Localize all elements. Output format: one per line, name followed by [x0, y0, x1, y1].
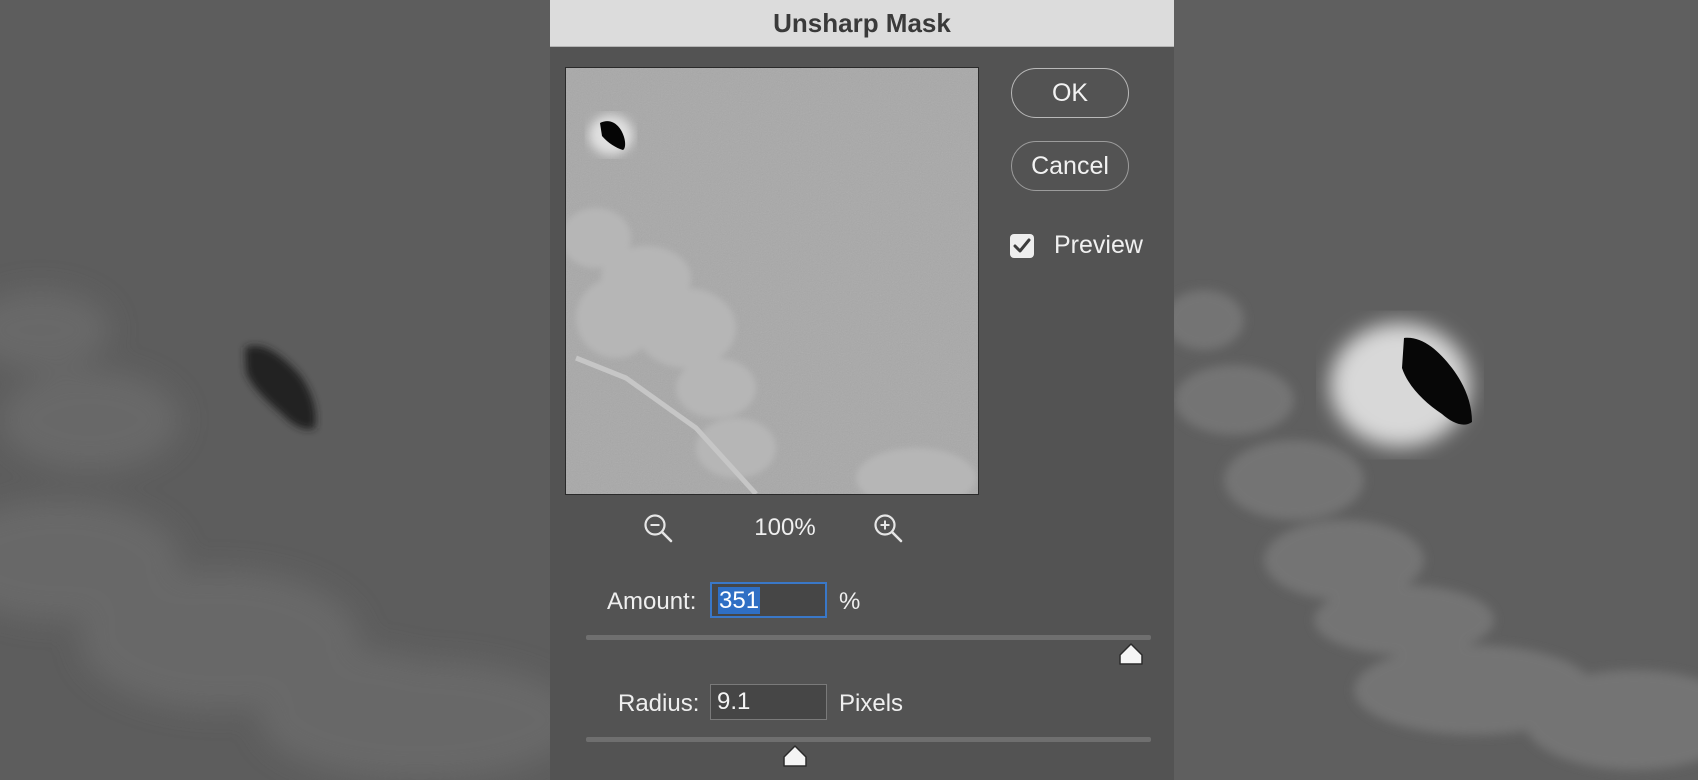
radius-unit: Pixels	[839, 690, 904, 717]
checkmark-icon	[1013, 238, 1031, 253]
original-image-left	[0, 0, 550, 780]
radius-value: 9.1	[717, 688, 751, 715]
radius-slider-track[interactable]	[586, 737, 1151, 742]
title-bar[interactable]: Unsharp Mask	[550, 0, 1174, 47]
sharpened-image-right	[1174, 0, 1698, 780]
amount-slider-thumb[interactable]	[1118, 643, 1144, 665]
preview-image	[566, 68, 978, 494]
amount-value: 351	[718, 587, 761, 614]
amount-unit: %	[839, 588, 861, 615]
radius-input[interactable]: 9.1	[710, 684, 827, 720]
ok-button[interactable]: OK	[1011, 68, 1129, 118]
unsharp-mask-dialog: Unsharp Mask OK Cancel Preview 100% Amou…	[550, 0, 1174, 780]
preview-checkbox[interactable]	[1010, 234, 1034, 258]
zoom-out-icon[interactable]	[642, 512, 674, 544]
slider-thumb-icon	[1119, 643, 1143, 665]
sharpened-image-graphic	[1174, 0, 1698, 780]
original-image-graphic	[0, 0, 550, 780]
dialog-title: Unsharp Mask	[773, 7, 951, 38]
radius-slider-thumb[interactable]	[782, 745, 808, 767]
preview-label: Preview	[1054, 231, 1143, 259]
amount-slider-track[interactable]	[586, 635, 1151, 640]
radius-label: Radius:	[618, 690, 700, 717]
zoom-in-icon[interactable]	[872, 512, 904, 544]
slider-thumb-icon	[783, 745, 807, 767]
preview-window[interactable]	[565, 67, 979, 495]
amount-label: Amount:	[607, 588, 697, 615]
amount-input[interactable]: 351	[710, 582, 827, 618]
zoom-level: 100%	[754, 514, 816, 541]
cancel-button[interactable]: Cancel	[1011, 141, 1129, 191]
